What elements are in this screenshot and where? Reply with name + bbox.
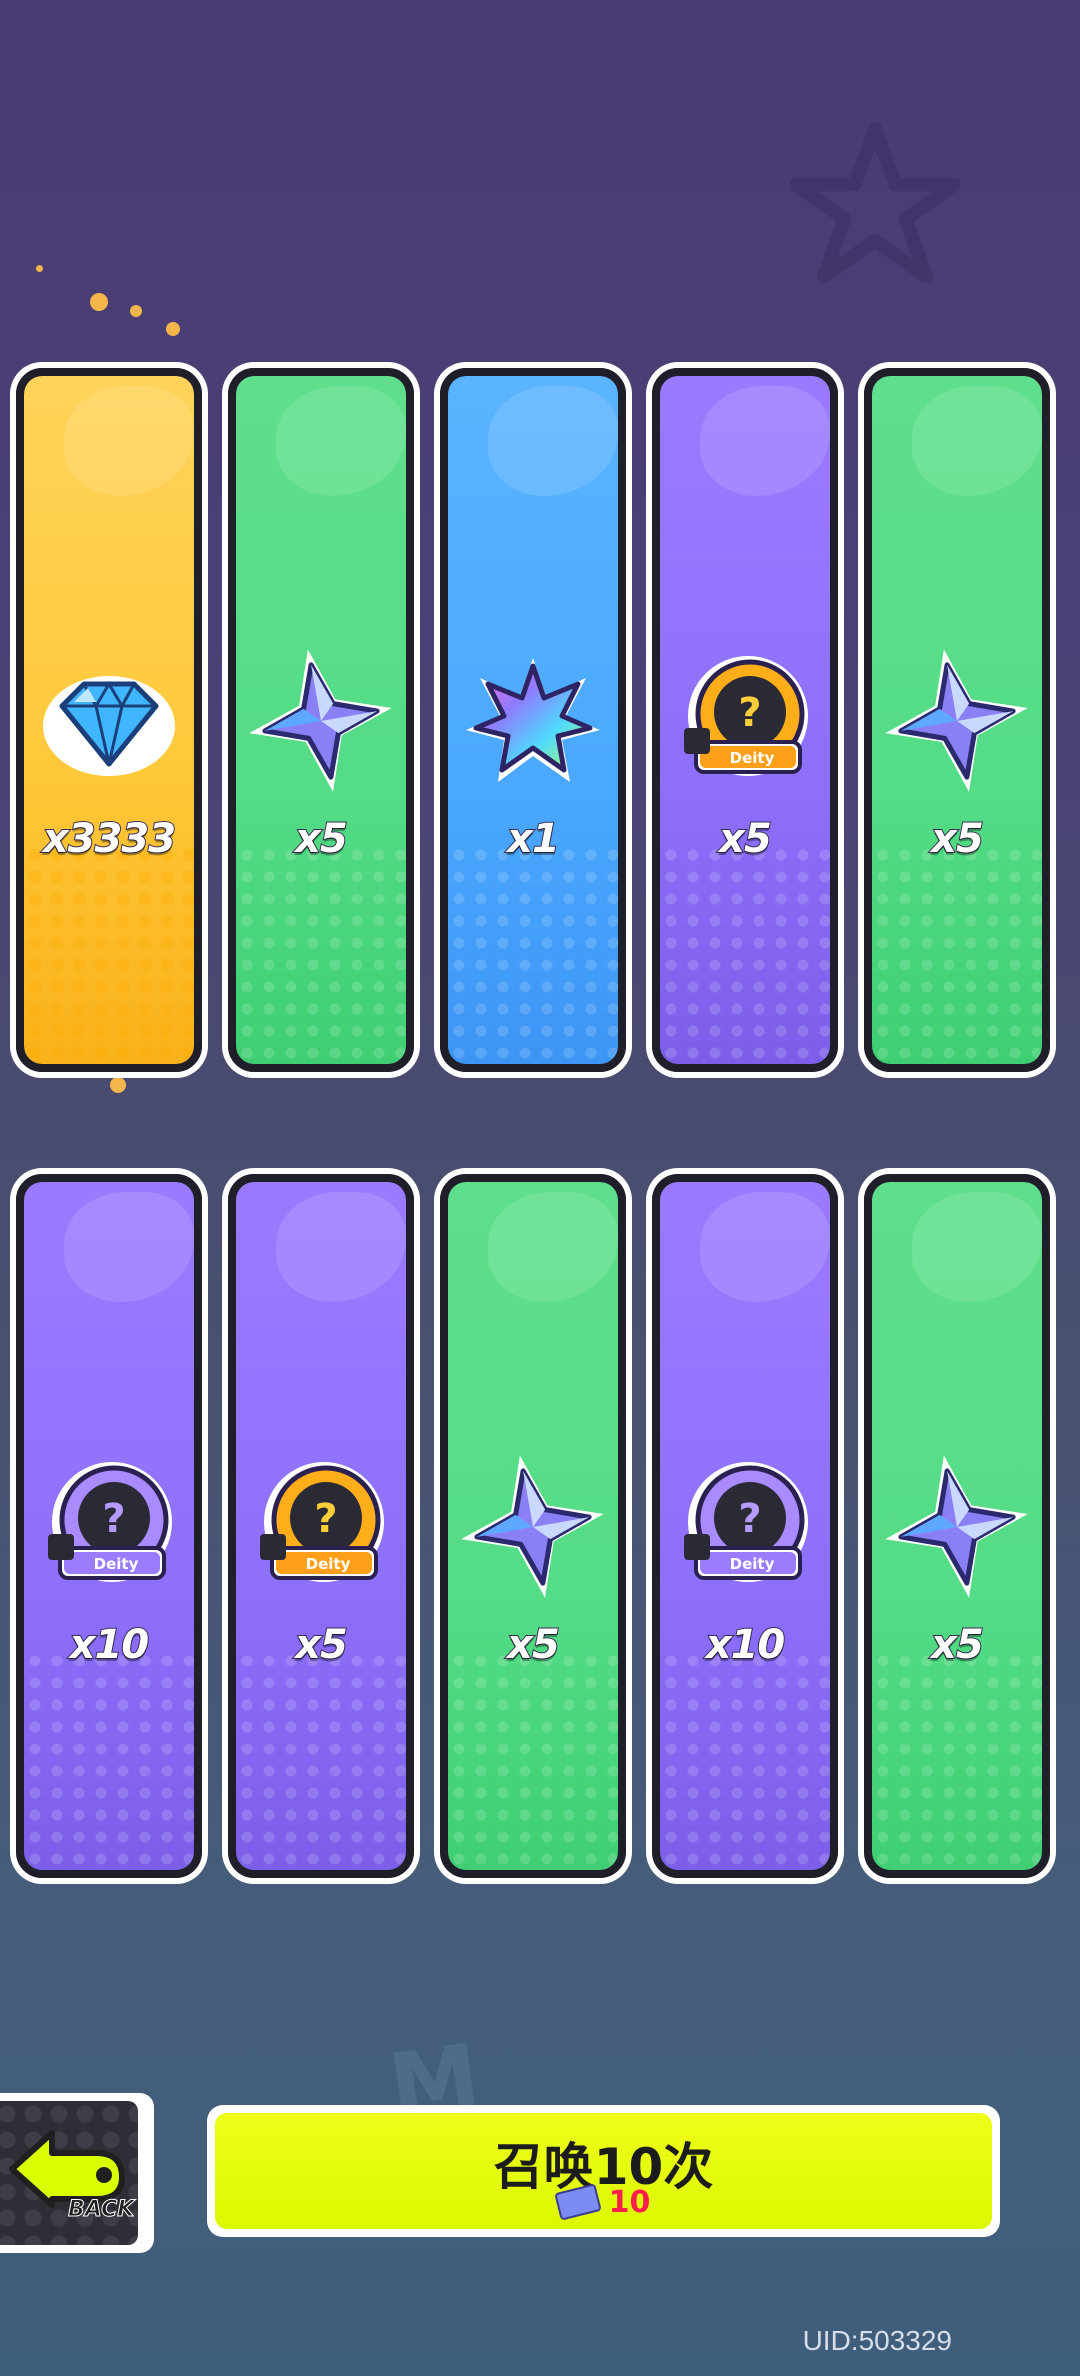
deity-gold-icon: ? Deity	[670, 646, 820, 796]
deity-tag: Deity	[730, 749, 775, 767]
reward-card: x3333	[16, 368, 202, 1072]
reward-card: x5	[864, 1174, 1050, 1878]
reward-card: x5	[864, 368, 1050, 1072]
svg-text:?: ?	[314, 1496, 337, 1542]
star-shard-icon	[882, 1452, 1032, 1602]
reward-card: ? Deity x5	[652, 368, 838, 1072]
deity-tag: Deity	[306, 1555, 351, 1573]
reward-card: ? Deity x5	[228, 1174, 414, 1878]
star-shard-icon	[458, 1452, 608, 1602]
sparkle-decoration	[130, 305, 142, 317]
summon-cost: 10	[207, 2183, 1000, 2221]
reward-card: ? Deity x10	[16, 1174, 202, 1878]
reward-quantity: x5	[294, 815, 349, 863]
deity-purple-icon: ? Deity	[34, 1452, 184, 1602]
sparkle-decoration	[36, 265, 43, 272]
sparkle-decoration	[90, 293, 108, 311]
rainbow-leaf-icon	[458, 646, 608, 796]
svg-text:?: ?	[738, 690, 761, 736]
reward-card: x1	[440, 368, 626, 1072]
reward-quantity: x5	[506, 1621, 561, 1669]
ticket-icon	[553, 2183, 602, 2221]
user-id: UID:503329	[802, 2325, 952, 2356]
back-button-label: BACK	[67, 2197, 135, 2223]
deity-gold-icon: ? Deity	[246, 1452, 396, 1602]
reward-card: x5	[440, 1174, 626, 1878]
summon-cost-value: 10	[608, 2185, 651, 2220]
sparkle-decoration	[166, 322, 180, 336]
deity-purple-icon: ? Deity	[670, 1452, 820, 1602]
star-shard-icon	[882, 646, 1032, 796]
reward-quantity: x10	[69, 1621, 150, 1669]
svg-text:?: ?	[738, 1496, 761, 1542]
background-star-decoration	[790, 121, 960, 284]
reward-quantity: x1	[506, 815, 561, 863]
reward-quantity: x5	[930, 815, 985, 863]
summon-10-button[interactable]: 召唤10次 10	[207, 2105, 1000, 2237]
star-shard-icon	[246, 646, 396, 796]
diamond-icon	[34, 646, 184, 796]
reward-quantity: x10	[705, 1621, 786, 1669]
reward-quantity: x5	[718, 815, 773, 863]
reward-quantity: x5	[930, 1621, 985, 1669]
back-button[interactable]: BACK	[0, 2093, 154, 2253]
reward-quantity: x3333	[42, 815, 177, 863]
reward-card: ? Deity x10	[652, 1174, 838, 1878]
deity-tag: Deity	[730, 1555, 775, 1573]
reward-card: x5	[228, 368, 414, 1072]
deity-tag: Deity	[94, 1555, 139, 1573]
sparkle-decoration	[110, 1077, 126, 1093]
svg-text:?: ?	[102, 1496, 125, 1542]
reward-quantity: x5	[294, 1621, 349, 1669]
